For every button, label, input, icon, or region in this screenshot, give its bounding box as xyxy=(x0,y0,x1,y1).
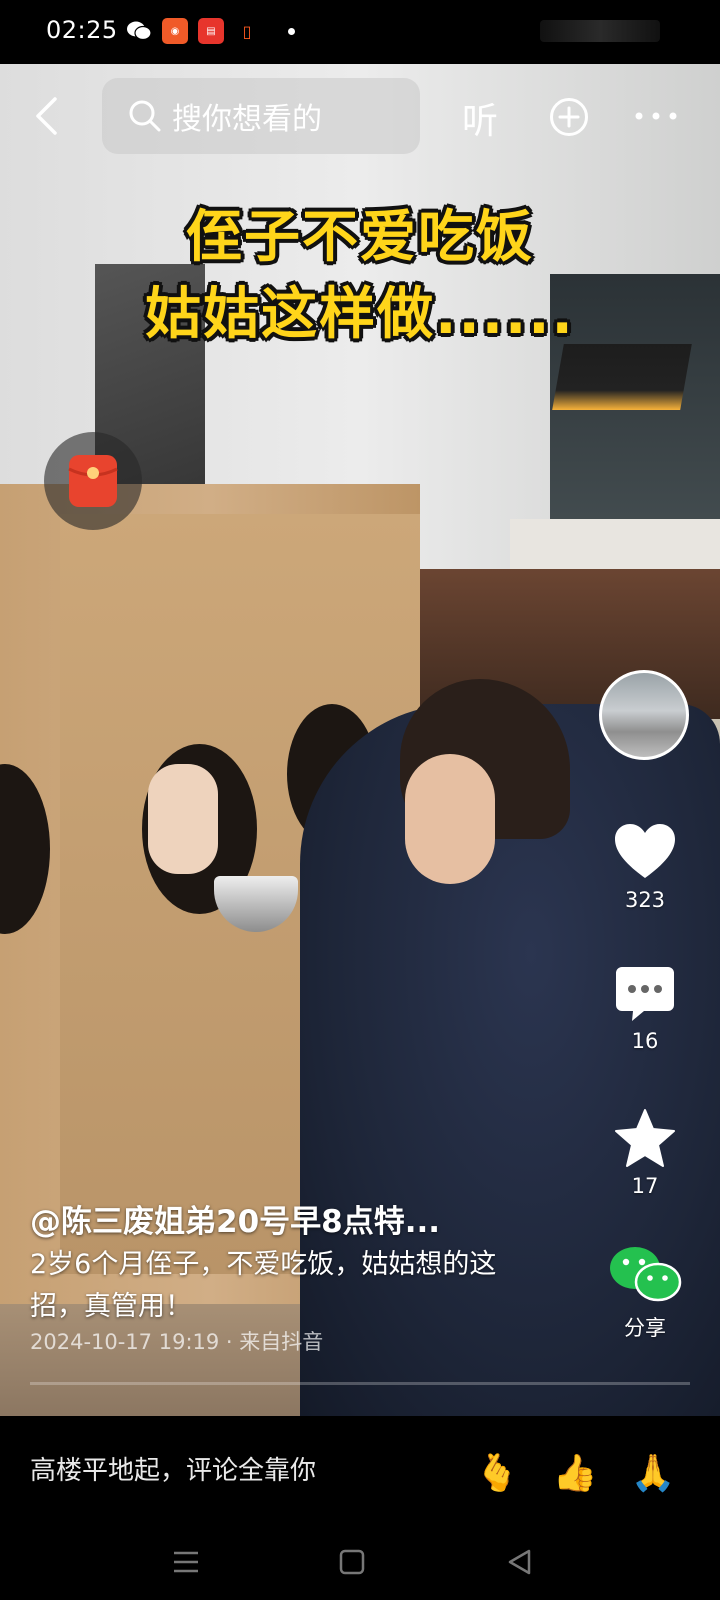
status-system-icons xyxy=(540,20,660,42)
share-label: 分享 xyxy=(624,1316,666,1340)
recent-apps-button[interactable] xyxy=(164,1540,208,1584)
nav-back-button[interactable] xyxy=(498,1540,542,1584)
video-scene-lamp xyxy=(552,344,692,410)
more-notifications-dot xyxy=(288,27,295,35)
comment-bubble-icon xyxy=(616,967,674,1021)
like-button[interactable]: 323 xyxy=(600,822,690,912)
video-progress-bar[interactable] xyxy=(30,1382,690,1385)
status-time: 02:25 xyxy=(46,16,118,44)
search-placeholder: 搜你想看的 xyxy=(172,102,322,137)
taobao-notification-icon: ▯ xyxy=(242,21,252,41)
wechat-icon xyxy=(610,1247,682,1302)
heart-icon xyxy=(615,824,675,878)
search-input[interactable]: 搜你想看的 xyxy=(102,78,420,154)
share-button[interactable]: 分享 xyxy=(600,1242,690,1342)
comment-button[interactable]: 16 xyxy=(600,965,690,1053)
wechat-notification-icon xyxy=(126,18,152,44)
emoji-finger-heart-button[interactable]: 🫰 xyxy=(474,1450,520,1496)
red-packet-button[interactable] xyxy=(44,432,142,530)
comment-input[interactable]: 高楼平地起，评论全靠你 xyxy=(30,1416,316,1526)
menu-icon xyxy=(174,1551,198,1573)
more-button[interactable] xyxy=(634,108,678,122)
plus-circle-icon xyxy=(550,98,588,136)
search-icon xyxy=(129,100,161,132)
back-chevron-icon xyxy=(36,97,57,135)
author-avatar[interactable] xyxy=(599,670,689,760)
status-bar: 02:25 ◉ ▤ ▯ xyxy=(0,0,720,64)
emoji-thumbs-up-button[interactable]: 👍 xyxy=(552,1450,598,1496)
video-description: 2岁6个月侄子，不爱吃饭，姑姑想的这招，真管用！ xyxy=(30,1249,497,1322)
app-notification-icon: ◉ xyxy=(162,18,188,44)
status-notification-icons: ◉ ▤ ▯ xyxy=(126,18,295,44)
home-square-icon xyxy=(339,1549,365,1575)
back-triangle-icon xyxy=(508,1549,531,1575)
author-name[interactable]: @陈三废姐弟20号早8点特... xyxy=(30,1196,440,1241)
listen-button[interactable]: 听 xyxy=(462,92,498,144)
comment-count: 16 xyxy=(631,1029,659,1053)
like-count: 323 xyxy=(624,888,666,912)
red-packet-icon xyxy=(68,455,118,507)
add-button[interactable] xyxy=(549,97,589,137)
more-dots-icon xyxy=(635,112,677,120)
back-button[interactable] xyxy=(26,92,66,140)
toutiao-notification-icon: ▤ xyxy=(198,18,224,44)
favorite-button[interactable]: 17 xyxy=(600,1108,690,1198)
home-button[interactable] xyxy=(330,1540,374,1584)
post-meta: 2024-10-17 19:19 · 来自抖音 xyxy=(30,1330,324,1354)
favorite-count: 17 xyxy=(631,1174,659,1198)
emoji-pray-button[interactable]: 🙏 xyxy=(630,1450,676,1496)
video-scene-child xyxy=(148,764,218,874)
video-scene-face xyxy=(405,754,495,884)
video-caption-line2: 姑姑这样做...... xyxy=(145,282,575,347)
video-caption-line1: 侄子不爱吃饭 xyxy=(186,205,534,270)
star-icon xyxy=(615,1109,675,1167)
